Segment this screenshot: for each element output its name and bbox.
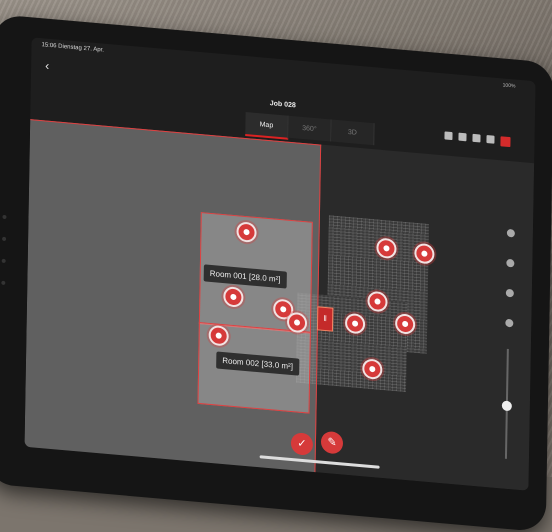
side-toolbar bbox=[505, 228, 515, 328]
tab-360[interactable]: 360° bbox=[288, 115, 332, 142]
tablet-device: 15:06 Dienstag 27. Apr. 100% ‹ Job 028 M… bbox=[0, 14, 552, 532]
layers-icon[interactable] bbox=[444, 131, 453, 141]
plus-icon[interactable] bbox=[505, 288, 514, 298]
app-screen: 15:06 Dienstag 27. Apr. 100% ‹ Job 028 M… bbox=[24, 37, 536, 491]
bezel-dot bbox=[2, 214, 7, 220]
status-time: 15:06 Dienstag 27. Apr. bbox=[41, 42, 104, 54]
tab-map[interactable]: Map bbox=[245, 111, 289, 140]
bezel-dot bbox=[1, 280, 6, 286]
top-toolbar bbox=[444, 131, 511, 148]
zoom-slider-handle[interactable] bbox=[501, 400, 512, 412]
tab-3d[interactable]: 3D bbox=[331, 119, 375, 146]
camera-icon[interactable] bbox=[458, 132, 467, 142]
battery-indicator: 100% bbox=[502, 82, 516, 90]
back-button[interactable]: ‹ bbox=[45, 58, 49, 72]
home-icon[interactable] bbox=[506, 228, 515, 238]
bezel-dot bbox=[1, 258, 6, 264]
target-icon[interactable] bbox=[505, 318, 514, 328]
split-drag-handle[interactable]: ‖ bbox=[316, 306, 334, 332]
refresh-icon[interactable] bbox=[506, 258, 515, 268]
bezel-dot bbox=[2, 236, 7, 242]
battery-icon bbox=[472, 133, 481, 143]
gear-icon[interactable] bbox=[486, 135, 495, 144]
record-icon[interactable] bbox=[500, 136, 511, 148]
